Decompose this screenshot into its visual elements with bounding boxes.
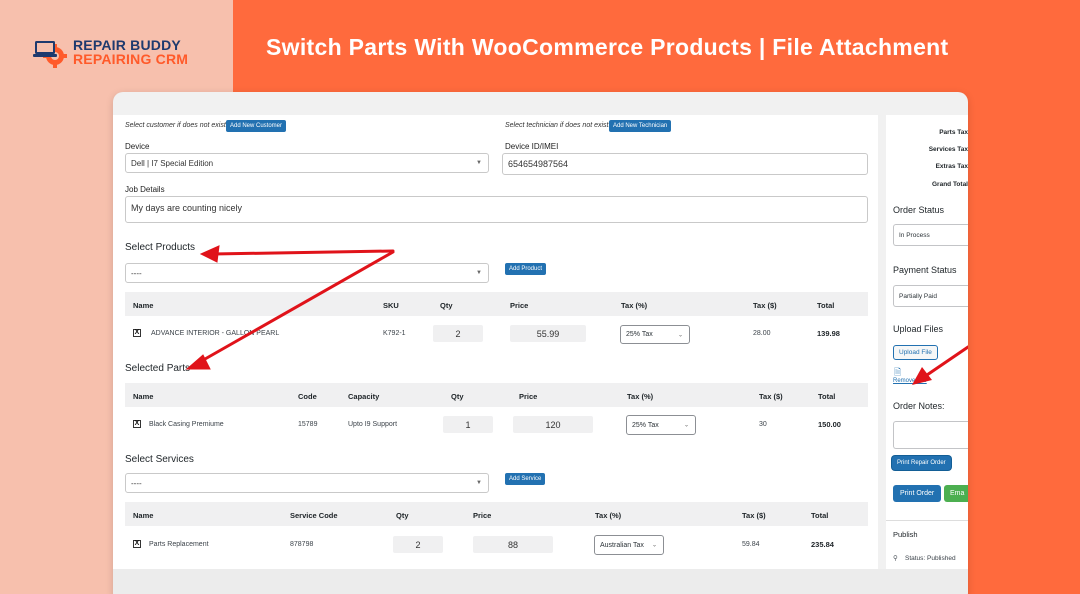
arrow-products-head [199, 245, 220, 263]
brand-line2: REPAIRING CRM [73, 51, 189, 67]
arrow-parts-line [196, 250, 395, 365]
arrow-upload-head [912, 367, 932, 385]
brand-line1: REPAIR BUDDY [73, 37, 181, 53]
bottom-strip [113, 569, 968, 594]
annotation-arrows [185, 245, 395, 370]
arrow-products-line [211, 249, 395, 256]
order-form: Select customer if does not exist! Add N… [113, 115, 878, 569]
brand-logo: REPAIR BUDDY REPAIRING CRM [33, 36, 188, 68]
laptop-gear-icon [33, 36, 67, 68]
arrow-upload-line [922, 345, 968, 379]
headline: Switch Parts With WooCommerce Products |… [266, 34, 949, 60]
annotation-arrow-upload [912, 345, 968, 385]
screenshot-window: Select customer if does not exist! Add N… [113, 92, 968, 594]
